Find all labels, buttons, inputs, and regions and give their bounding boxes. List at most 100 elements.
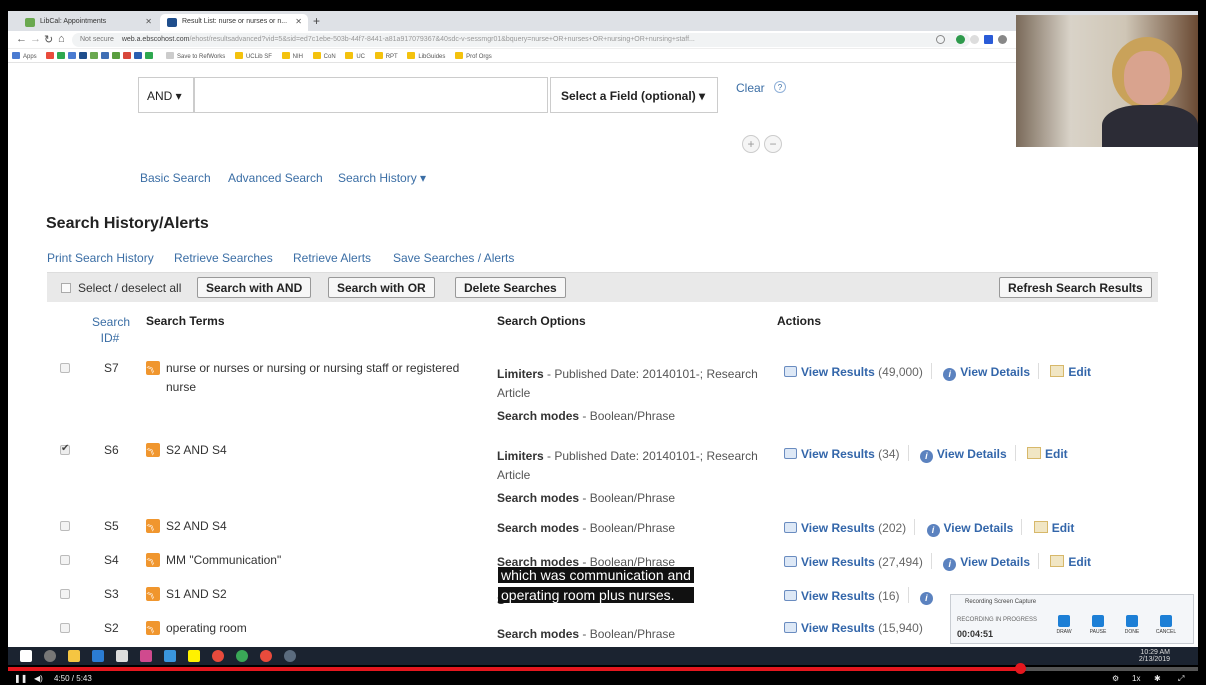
view-results-link[interactable]: View Results — [784, 365, 875, 379]
video-progress-track[interactable] — [8, 663, 1198, 674]
tab-result-list[interactable]: Result List: nurse or nurses or n... ✕ — [160, 14, 308, 31]
bookmark-con[interactable]: CoN — [312, 52, 336, 60]
rss-icon[interactable] — [146, 621, 160, 635]
calculator-icon[interactable] — [116, 650, 128, 662]
retrieve-searches-link[interactable]: Retrieve Searches — [174, 251, 273, 265]
view-details-link[interactable]: i View Details — [943, 365, 1030, 381]
app-icon[interactable] — [188, 650, 200, 662]
row-checkbox[interactable] — [60, 623, 70, 633]
row-checkbox[interactable] — [60, 521, 70, 531]
row-checkbox[interactable] — [60, 555, 70, 565]
app-icon[interactable] — [260, 650, 272, 662]
row-checkbox[interactable] — [60, 363, 70, 373]
search-with-or-button[interactable]: Search with OR — [328, 277, 435, 298]
view-details-link[interactable]: i — [919, 589, 937, 605]
search-icon[interactable] — [44, 650, 56, 662]
rss-icon[interactable] — [146, 587, 160, 601]
cancel-icon — [1160, 615, 1172, 627]
app-icon[interactable] — [140, 650, 152, 662]
help-icon[interactable]: ? — [774, 81, 786, 93]
bookmark-rpt[interactable]: RPT — [374, 52, 398, 60]
add-row-icon[interactable]: + — [742, 135, 760, 153]
clear-link[interactable]: Clear — [736, 81, 765, 95]
back-icon[interactable]: ← — [16, 33, 27, 45]
boolean-operator-select[interactable]: AND ▾ — [138, 77, 194, 113]
extension-icon[interactable] — [984, 35, 993, 44]
advanced-search-link[interactable]: Advanced Search — [228, 171, 323, 185]
bookmark-uc[interactable]: UC — [345, 52, 365, 60]
bookmark-prof-orgs[interactable]: Prof Orgs — [455, 52, 492, 60]
gear-icon[interactable]: ✱ — [1154, 674, 1161, 683]
remove-row-icon[interactable]: − — [764, 135, 782, 153]
app-icon[interactable] — [164, 650, 176, 662]
close-tab-icon[interactable]: ✕ — [145, 17, 152, 26]
field-select[interactable]: Select a Field (optional) ▾ — [550, 77, 718, 113]
bookmark-apps[interactable]: Apps — [12, 52, 37, 60]
view-details-link[interactable]: i View Details — [919, 447, 1007, 463]
home-icon[interactable]: ⌂ — [58, 33, 65, 45]
fullscreen-icon[interactable]: ⤢ — [1178, 674, 1184, 684]
print-search-history-link[interactable]: Print Search History — [47, 251, 154, 265]
view-results-link[interactable]: View Results — [784, 555, 875, 569]
view-results-link[interactable]: View Results — [784, 521, 875, 535]
reload-icon[interactable]: ↻ — [44, 33, 53, 46]
header-actions: Actions — [777, 314, 822, 328]
rss-icon[interactable] — [146, 553, 160, 567]
zoom-icon[interactable] — [936, 35, 945, 44]
forward-icon[interactable]: → — [30, 33, 41, 45]
refresh-search-results-button[interactable]: Refresh Search Results — [999, 277, 1152, 298]
cancel-button[interactable]: CANCEL — [1153, 615, 1179, 635]
rss-icon[interactable] — [146, 361, 160, 375]
save-searches-alerts-link[interactable]: Save Searches / Alerts — [393, 251, 514, 265]
playback-speed[interactable]: 1x — [1132, 674, 1140, 683]
done-button[interactable]: DONE — [1119, 615, 1145, 635]
bookmark-nih[interactable]: NIH — [281, 52, 303, 60]
view-results-icon — [784, 448, 797, 459]
search-with-and-button[interactable]: Search with AND — [197, 277, 312, 298]
new-tab-icon[interactable]: + — [313, 14, 320, 28]
pause-icon[interactable]: ❚❚ — [14, 674, 27, 683]
bookmark-uclib[interactable]: UCLib SF — [234, 52, 272, 60]
info-icon: i — [919, 450, 933, 463]
address-bar[interactable]: Not secure web.a.ebscohost.com/ehost/res… — [72, 33, 970, 47]
start-icon[interactable] — [20, 650, 32, 662]
edit-link[interactable]: Edit — [1050, 555, 1091, 569]
file-explorer-icon[interactable] — [68, 650, 80, 662]
view-results-link[interactable]: View Results — [784, 447, 875, 461]
edit-link[interactable]: Edit — [1027, 447, 1068, 461]
row-checkbox[interactable] — [60, 443, 70, 455]
edit-link[interactable]: Edit — [1033, 521, 1074, 535]
extension-icon[interactable] — [956, 35, 965, 44]
basic-search-link[interactable]: Basic Search — [140, 171, 211, 185]
app-icon[interactable] — [92, 650, 104, 662]
edit-link[interactable]: Edit — [1050, 365, 1091, 379]
retrieve-alerts-link[interactable]: Retrieve Alerts — [293, 251, 371, 265]
tab-libcal[interactable]: LibCal: Appointments ✕ — [18, 14, 158, 31]
volume-icon[interactable]: ◀) — [34, 674, 43, 683]
view-results-link[interactable]: View Results — [784, 589, 875, 603]
video-caption: which was communication and operating ro… — [498, 567, 694, 607]
chrome-icon[interactable] — [212, 650, 224, 662]
delete-searches-button[interactable]: Delete Searches — [455, 277, 566, 298]
app-icon[interactable] — [284, 650, 296, 662]
profile-icon[interactable] — [998, 35, 1007, 44]
header-search-id[interactable]: Search ID# — [92, 314, 130, 346]
app-icon[interactable] — [236, 650, 248, 662]
close-tab-icon[interactable]: ✕ — [295, 17, 302, 26]
bookmark-libguides[interactable]: LibGuides — [407, 52, 445, 60]
draw-button[interactable]: DRAW — [1051, 615, 1077, 635]
search-history-link[interactable]: Search History ▾ — [338, 171, 426, 185]
search-term-input[interactable] — [194, 77, 548, 113]
view-details-link[interactable]: i View Details — [943, 555, 1030, 571]
bookmark-refworks[interactable]: Save to RefWorks — [166, 52, 225, 60]
view-details-link[interactable]: i View Details — [926, 521, 1013, 537]
view-results-link[interactable]: View Results — [784, 621, 875, 635]
row-checkbox[interactable] — [60, 589, 70, 599]
rss-icon[interactable] — [146, 519, 160, 533]
settings-icon[interactable]: ⚙ — [1112, 674, 1119, 683]
pause-button[interactable]: PAUSE — [1085, 615, 1111, 635]
extension-icon[interactable] — [970, 35, 979, 44]
select-all-checkbox[interactable] — [61, 283, 71, 293]
search-term: nurse or nurses or nursing or nursing st… — [166, 361, 460, 394]
rss-icon[interactable] — [146, 443, 160, 457]
